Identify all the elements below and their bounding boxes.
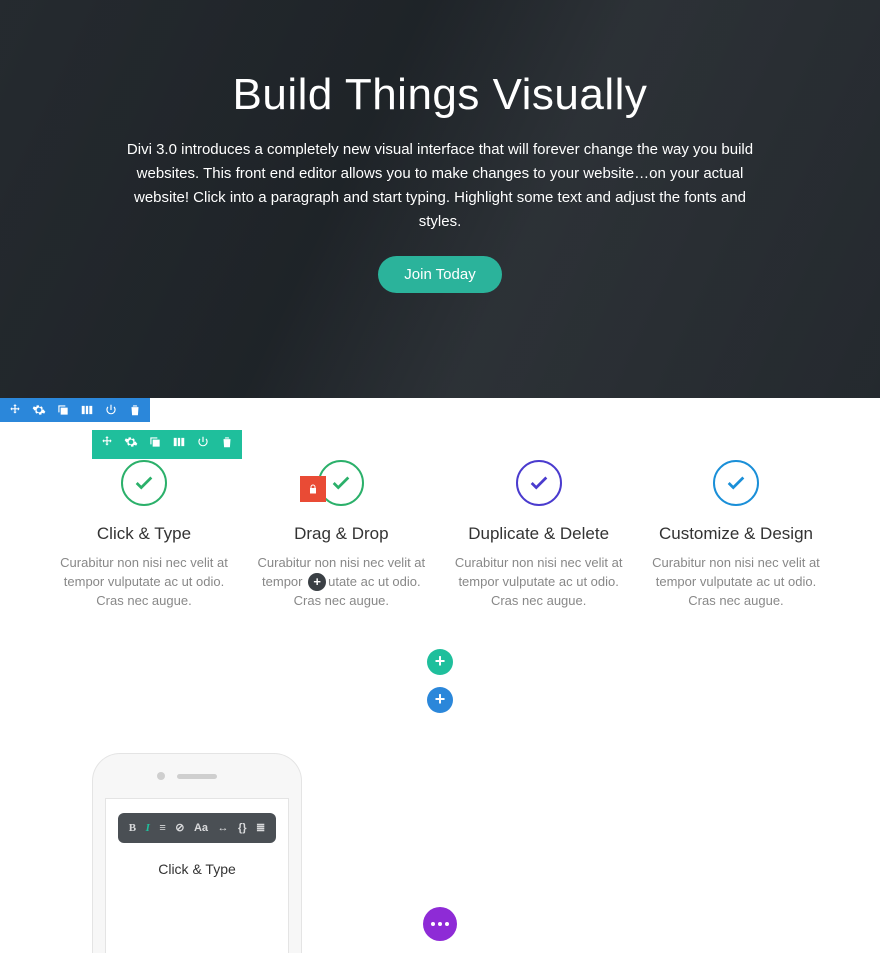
lower-section: B I ≡ ⊘ Aa ↔ {} ≣ Click & Type bbox=[0, 753, 880, 953]
check-icon bbox=[516, 460, 562, 506]
columns-icon[interactable] bbox=[172, 435, 186, 454]
rich-text-toolbar[interactable]: B I ≡ ⊘ Aa ↔ {} ≣ bbox=[118, 813, 276, 843]
add-section-button[interactable]: + bbox=[427, 687, 453, 713]
phone-screen: B I ≡ ⊘ Aa ↔ {} ≣ Click & Type bbox=[105, 798, 289, 953]
dot-icon bbox=[431, 922, 435, 926]
check-icon bbox=[713, 460, 759, 506]
feature-title: Customize & Design bbox=[644, 524, 828, 544]
align-button[interactable]: ≡ bbox=[159, 822, 165, 834]
check-icon bbox=[121, 460, 167, 506]
feature-body: Curabitur non nisi nec velit at tempor v… bbox=[447, 554, 631, 611]
feature-title: Duplicate & Delete bbox=[447, 524, 631, 544]
dot-icon bbox=[438, 922, 442, 926]
spacing-button[interactable]: ↔ bbox=[217, 822, 228, 834]
feature-body: Curabitur non nisi nec velit at tempor +… bbox=[249, 554, 433, 611]
settings-icon[interactable] bbox=[124, 435, 138, 454]
hero-body: Divi 3.0 introduces a completely new vis… bbox=[120, 138, 760, 234]
join-today-button[interactable]: Join Today bbox=[378, 256, 501, 293]
move-icon[interactable] bbox=[100, 435, 114, 454]
code-button[interactable]: {} bbox=[238, 822, 247, 834]
lock-icon bbox=[307, 483, 319, 495]
font-button[interactable]: Aa bbox=[194, 822, 208, 834]
feature-drag-drop[interactable]: Drag & Drop Curabitur non nisi nec velit… bbox=[249, 460, 433, 611]
feature-click-type[interactable]: Click & Type Curabitur non nisi nec veli… bbox=[52, 460, 236, 611]
duplicate-icon[interactable] bbox=[148, 435, 162, 454]
features-row: Click & Type Curabitur non nisi nec veli… bbox=[0, 398, 880, 641]
add-buttons: + + bbox=[0, 649, 880, 713]
feature-customize-design[interactable]: Customize & Design Curabitur non nisi ne… bbox=[644, 460, 828, 611]
clear-button[interactable]: ⊘ bbox=[175, 821, 184, 834]
feature-title: Drag & Drop bbox=[249, 524, 433, 544]
list-button[interactable]: ≣ bbox=[256, 821, 265, 834]
feature-body: Curabitur non nisi nec velit at tempor v… bbox=[52, 554, 236, 611]
phone-mockup: B I ≡ ⊘ Aa ↔ {} ≣ Click & Type bbox=[92, 753, 302, 953]
hero-section: Build Things Visually Divi 3.0 introduce… bbox=[0, 0, 880, 398]
add-module-button[interactable]: + bbox=[427, 649, 453, 675]
feature-duplicate-delete[interactable]: Duplicate & Delete Curabitur non nisi ne… bbox=[447, 460, 631, 611]
hero-title: Build Things Visually bbox=[233, 70, 648, 120]
inline-add-button[interactable]: + bbox=[308, 573, 326, 591]
lock-badge[interactable] bbox=[300, 476, 326, 502]
italic-button[interactable]: I bbox=[146, 822, 150, 834]
module-toolbar[interactable] bbox=[92, 430, 242, 459]
bold-button[interactable]: B bbox=[129, 822, 136, 834]
dot-icon bbox=[445, 922, 449, 926]
feature-body: Curabitur non nisi nec velit at tempor v… bbox=[644, 554, 828, 611]
more-actions-fab[interactable] bbox=[423, 907, 457, 941]
feature-title: Click & Type bbox=[52, 524, 236, 544]
phone-heading[interactable]: Click & Type bbox=[118, 861, 276, 877]
delete-icon[interactable] bbox=[220, 435, 234, 454]
power-icon[interactable] bbox=[196, 435, 210, 454]
